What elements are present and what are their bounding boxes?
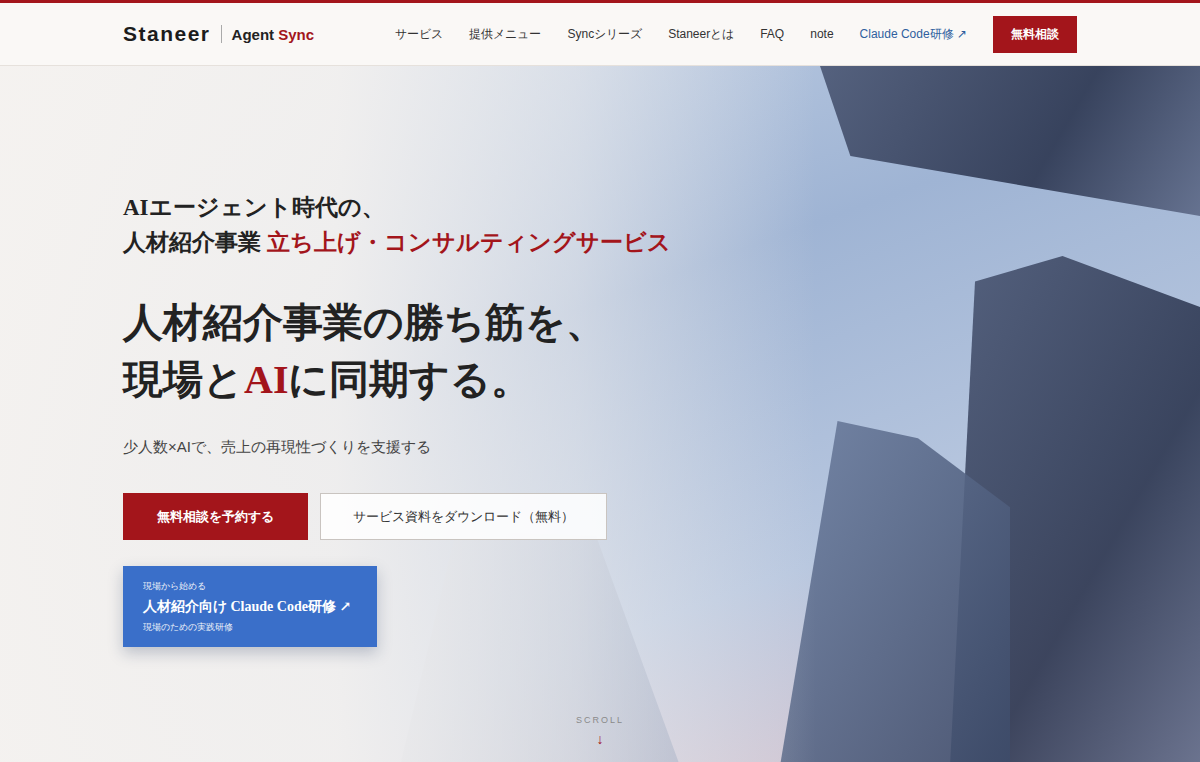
page: Staneer Agent Sync サービス 提供メニュー Syncシリーズ Sta… (0, 0, 1200, 762)
brand[interactable]: Staneer Agent Sync (123, 22, 314, 46)
scroll-indicator[interactable]: SCROLL ↓ (560, 715, 640, 747)
brand-divider (221, 25, 222, 43)
training-card-title: 人材紹介向け Claude Code研修 ↗ (143, 598, 357, 616)
hero-eyebrow: AIエージェント時代の、人材紹介事業 立ち上げ・コンサルティングサービス (123, 190, 671, 260)
nav-item[interactable]: FAQ (760, 27, 784, 41)
headline-text: AI (244, 357, 288, 402)
headline-text: 現場と (123, 357, 244, 402)
hero-photo (0, 66, 1200, 762)
eyebrow-text: 人材紹介事業 (123, 230, 267, 255)
photo-fade (0, 66, 1200, 762)
headline-text: に同期する。 (288, 357, 531, 402)
eyebrow-text: 立ち上げ・コンサルティングサービス (267, 230, 671, 255)
site-header: Staneer Agent Sync サービス 提供メニュー Syncシリーズ Sta… (0, 3, 1200, 66)
eyebrow-text: AIエージェント時代の、 (123, 195, 385, 220)
training-card[interactable]: 現場から始める 人材紹介向け Claude Code研修 ↗ 現場のための実践研… (123, 566, 377, 647)
training-card-eyebrow: 現場から始める (143, 580, 357, 593)
headline-line: 人材紹介事業の勝ち筋を、 (123, 294, 606, 351)
nav-item[interactable]: 提供メニュー (469, 26, 541, 43)
headline-line: 現場とAIに同期する。 (123, 351, 606, 408)
hero-content: AIエージェント時代の、人材紹介事業 立ち上げ・コンサルティングサービス 人材紹… (123, 66, 1077, 647)
eyebrow-line: 人材紹介事業 立ち上げ・コンサルティングサービス (123, 225, 671, 260)
hero-subtitle: 少人数×AIで、売上の再現性づくりを支援する (123, 438, 431, 457)
header-cta-button[interactable]: 無料相談 (993, 16, 1077, 53)
scroll-arrow-icon: ↓ (597, 731, 604, 747)
headline-text: 人材紹介事業の勝ち筋を、 (123, 300, 606, 345)
nav-item[interactable]: Claude Code研修 ↗ (860, 26, 967, 43)
logo[interactable]: Staneer (123, 22, 211, 46)
hero-headline: 人材紹介事業の勝ち筋を、現場とAIに同期する。 (123, 294, 606, 408)
product-name[interactable]: Agent Sync (232, 26, 315, 43)
hero-buttons: 無料相談を予約するサービス資料をダウンロード（無料） (123, 493, 607, 540)
nav-item[interactable]: note (810, 27, 833, 41)
secondary-button[interactable]: サービス資料をダウンロード（無料） (320, 493, 607, 540)
nav-item[interactable]: Staneerとは (668, 26, 734, 43)
nav-item[interactable]: Syncシリーズ (567, 26, 642, 43)
eyebrow-line: AIエージェント時代の、 (123, 190, 671, 225)
primary-button[interactable]: 無料相談を予約する (123, 493, 308, 540)
main-nav: サービス 提供メニュー Syncシリーズ Staneerとは FAQ note Claude… (395, 16, 1077, 53)
training-card-caption: 現場のための実践研修 (143, 621, 357, 634)
scroll-label: SCROLL (576, 715, 624, 725)
nav-item[interactable]: サービス (395, 26, 443, 43)
hero: AIエージェント時代の、人材紹介事業 立ち上げ・コンサルティングサービス 人材紹… (0, 66, 1200, 762)
